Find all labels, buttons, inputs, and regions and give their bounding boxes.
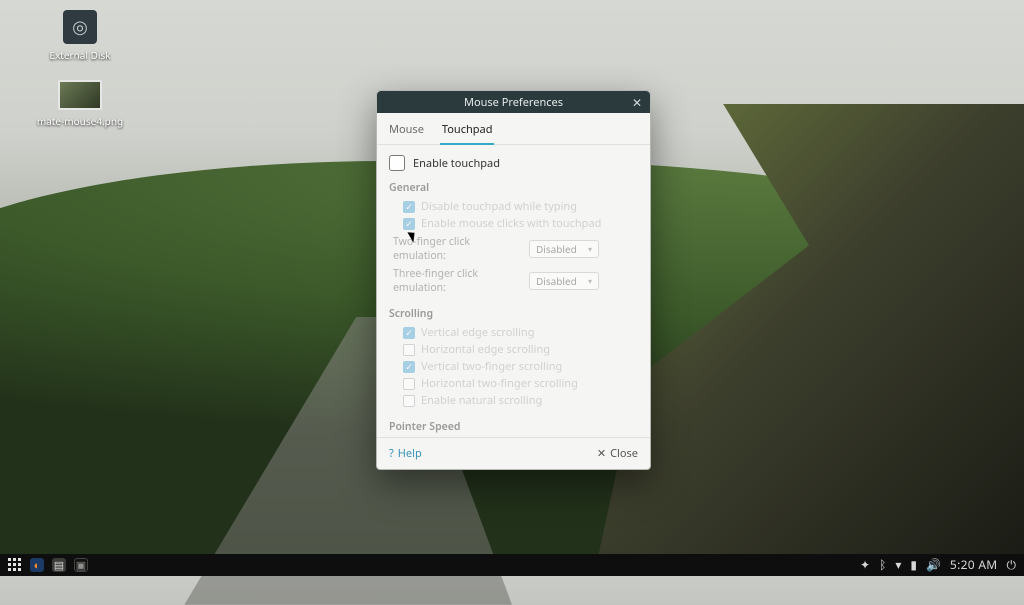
- opt-vertical-edge-scrolling[interactable]: Vertical edge scrolling: [403, 325, 638, 340]
- desktop-icon-label: mate-mouse4.png: [37, 114, 123, 128]
- mouse-preferences-dialog: Mouse Preferences ✕ Mouse Touchpad Enabl…: [376, 90, 651, 470]
- row-three-finger-emulation: Three-finger click emulation: Disabled ▾: [393, 267, 638, 295]
- checkbox-icon[interactable]: [403, 361, 415, 373]
- three-finger-select[interactable]: Disabled ▾: [529, 272, 599, 290]
- dialog-tabs: Mouse Touchpad: [377, 113, 650, 145]
- tray-volume-icon[interactable]: 🔊: [926, 559, 941, 571]
- system-tray: ✦ ᛒ ▾ ▮ 🔊 5:20 AM ⏻: [860, 559, 1016, 571]
- close-button[interactable]: ✕ Close: [597, 446, 638, 461]
- enable-touchpad-checkbox[interactable]: [389, 155, 405, 171]
- close-label: Close: [610, 446, 638, 461]
- drive-icon: ◎: [63, 10, 97, 44]
- row-label: Three-finger click emulation:: [393, 267, 521, 295]
- section-scrolling: Scrolling: [389, 307, 638, 321]
- section-general: General: [389, 181, 638, 195]
- taskbar-app-terminal[interactable]: ▣: [74, 558, 88, 572]
- opt-natural-scrolling[interactable]: Enable natural scrolling: [403, 393, 638, 408]
- dialog-footer: ? Help ✕ Close: [377, 437, 650, 469]
- tab-touchpad[interactable]: Touchpad: [440, 119, 495, 145]
- dialog-titlebar[interactable]: Mouse Preferences ✕: [377, 91, 650, 113]
- dialog-title: Mouse Preferences: [464, 95, 563, 110]
- opt-enable-mouse-clicks[interactable]: Enable mouse clicks with touchpad: [403, 216, 638, 231]
- checkbox-icon[interactable]: [403, 378, 415, 390]
- tray-updates-icon[interactable]: ✦: [860, 559, 870, 571]
- help-label: Help: [398, 446, 422, 461]
- chevron-down-icon: ▾: [588, 276, 592, 287]
- opt-label: Disable touchpad while typing: [421, 199, 577, 214]
- opt-label: Horizontal two-finger scrolling: [421, 376, 578, 391]
- desktop-icon-label: External Disk: [49, 48, 110, 62]
- checkbox-icon[interactable]: [403, 201, 415, 213]
- tray-bluetooth-icon[interactable]: ᛒ: [879, 559, 886, 571]
- section-pointer-speed: Pointer Speed: [389, 420, 638, 434]
- row-two-finger-emulation: Two-finger click emulation: Disabled ▾: [393, 235, 638, 263]
- checkbox-icon[interactable]: [403, 327, 415, 339]
- opt-label: Enable natural scrolling: [421, 393, 542, 408]
- opt-label: Vertical edge scrolling: [421, 325, 535, 340]
- desktop-icon-screenshot[interactable]: mate-mouse4.png: [30, 80, 130, 128]
- enable-touchpad-row[interactable]: Enable touchpad: [389, 155, 638, 171]
- row-label: Two-finger click emulation:: [393, 235, 521, 263]
- close-icon: ✕: [597, 446, 606, 461]
- app-launcher-button[interactable]: [8, 558, 22, 572]
- chevron-down-icon: ▾: [588, 244, 592, 255]
- taskbar: ◐ ▤ ▣ ✦ ᛒ ▾ ▮ 🔊 5:20 AM ⏻: [0, 554, 1024, 576]
- checkbox-icon[interactable]: [403, 218, 415, 230]
- help-button[interactable]: ? Help: [389, 446, 422, 461]
- tray-power-icon[interactable]: ⏻: [1007, 559, 1017, 571]
- dialog-content: Enable touchpad General Disable touchpad…: [377, 145, 650, 437]
- taskbar-app-firefox[interactable]: ◐: [30, 558, 44, 572]
- opt-label: Enable mouse clicks with touchpad: [421, 216, 601, 231]
- desktop-icon-external-disk[interactable]: ◎ External Disk: [30, 10, 130, 62]
- opt-disable-while-typing[interactable]: Disable touchpad while typing: [403, 199, 638, 214]
- taskbar-app-files[interactable]: ▤: [52, 558, 66, 572]
- help-icon: ?: [389, 446, 394, 461]
- opt-horizontal-two-finger-scrolling[interactable]: Horizontal two-finger scrolling: [403, 376, 638, 391]
- two-finger-select[interactable]: Disabled ▾: [529, 240, 599, 258]
- select-value: Disabled: [536, 242, 577, 256]
- taskbar-clock[interactable]: 5:20 AM: [950, 559, 998, 571]
- opt-label: Vertical two-finger scrolling: [421, 359, 562, 374]
- tab-mouse[interactable]: Mouse: [387, 119, 426, 144]
- tray-battery-icon[interactable]: ▮: [910, 559, 917, 571]
- window-close-button[interactable]: ✕: [632, 94, 642, 111]
- opt-horizontal-edge-scrolling[interactable]: Horizontal edge scrolling: [403, 342, 638, 357]
- opt-vertical-two-finger-scrolling[interactable]: Vertical two-finger scrolling: [403, 359, 638, 374]
- checkbox-icon[interactable]: [403, 395, 415, 407]
- image-thumbnail: [58, 80, 102, 110]
- select-value: Disabled: [536, 274, 577, 288]
- checkbox-icon[interactable]: [403, 344, 415, 356]
- desktop-icons: ◎ External Disk mate-mouse4.png: [30, 10, 130, 146]
- opt-label: Horizontal edge scrolling: [421, 342, 550, 357]
- tray-wifi-icon[interactable]: ▾: [895, 559, 901, 571]
- enable-touchpad-label: Enable touchpad: [413, 156, 500, 171]
